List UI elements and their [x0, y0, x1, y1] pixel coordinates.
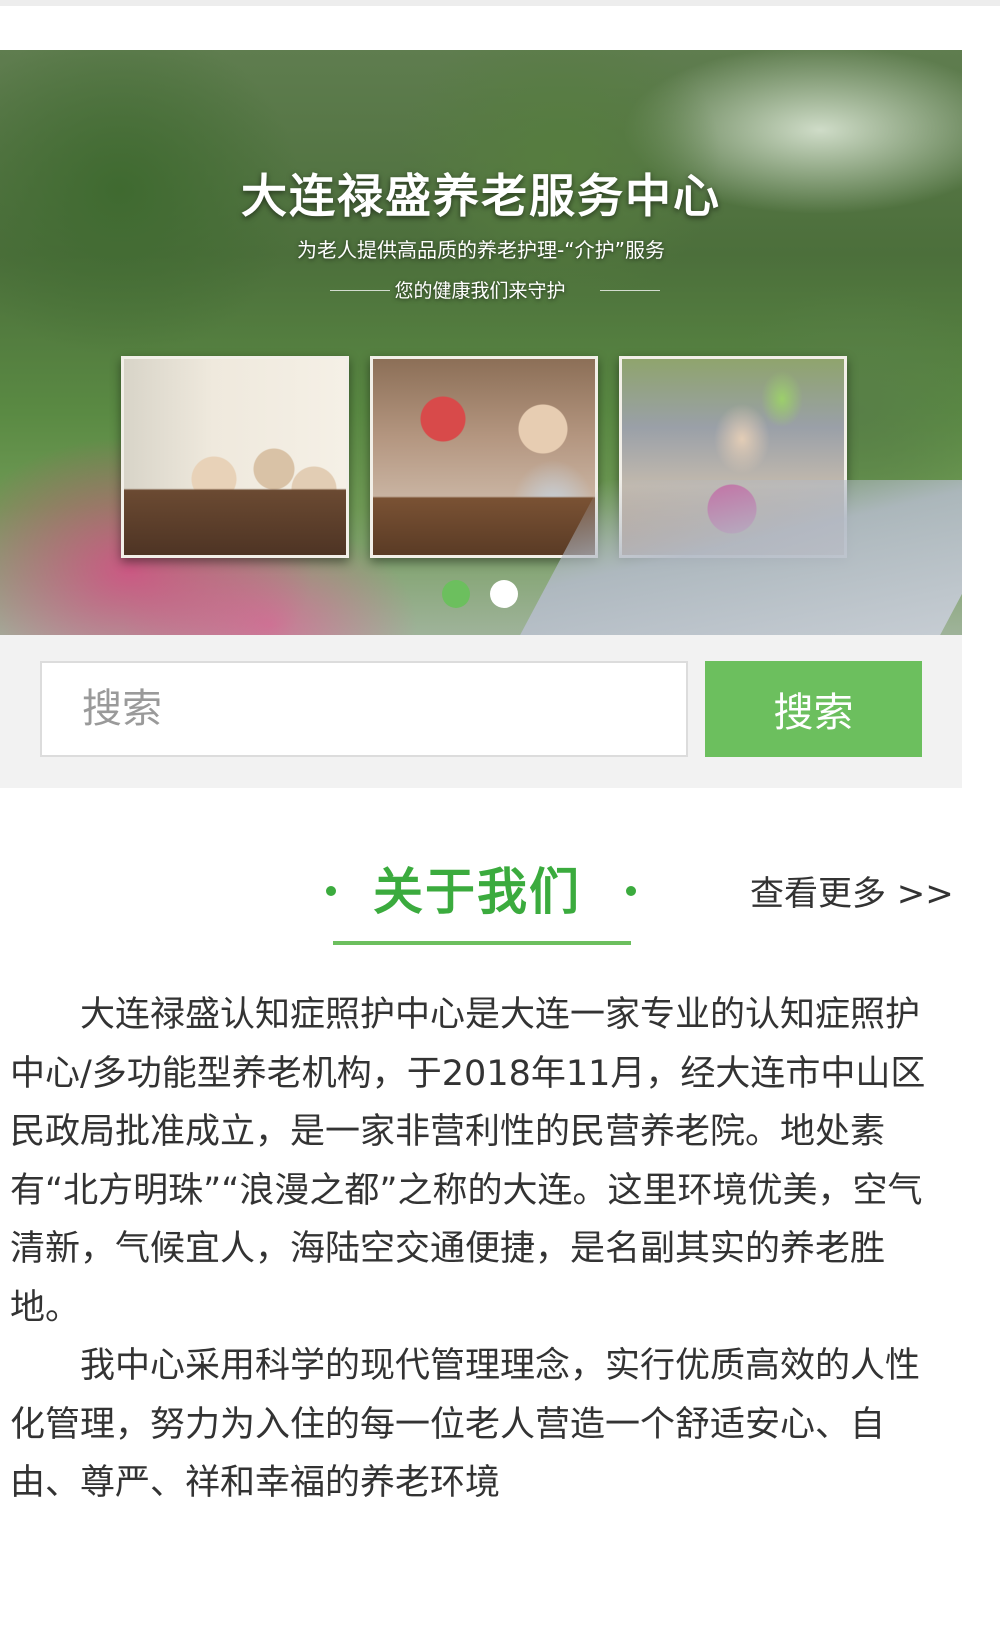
search-button[interactable]: 搜索 — [705, 661, 922, 757]
banner-photo-wheelchair — [619, 356, 847, 558]
about-paragraph: 我中心采用科学的现代管理理念，实行优质高效的人性化管理，努力为入住的每一位老人营… — [10, 1346, 921, 1503]
banner-carousel[interactable]: 大连禄盛养老服务中心 为老人提供高品质的养老护理-“介护”服务 您的健康我们来守… — [0, 50, 962, 635]
banner-photo-dining — [121, 356, 349, 558]
search-bar: 搜索 — [0, 635, 962, 788]
title-underline — [333, 941, 631, 945]
carousel-dot-active[interactable] — [442, 580, 470, 608]
search-input[interactable] — [40, 661, 688, 757]
carousel-indicators — [442, 580, 522, 608]
banner-slogan: 您的健康我们来守护 — [394, 280, 566, 302]
top-strip — [0, 0, 1000, 50]
section-title: 关于我们 — [373, 863, 581, 921]
carousel-dot[interactable] — [490, 580, 518, 608]
banner-subtitle: 为老人提供高品质的养老护理-“介护”服务 — [297, 238, 665, 262]
title-bullet-left — [326, 886, 336, 896]
about-content: 大连禄盛认知症照护中心是大连一家专业的认知症照护中心/多功能型养老机构，于201… — [10, 986, 950, 1513]
slogan-right-rule — [600, 290, 660, 291]
title-bullet-right — [626, 886, 636, 896]
view-more-link[interactable]: 查看更多 >> — [750, 866, 954, 915]
banner-photo-dumplings — [370, 356, 598, 558]
about-section-header: 关于我们 查看更多 >> — [0, 850, 1000, 950]
banner-title: 大连禄盛养老服务中心 — [241, 169, 721, 223]
about-paragraph: 大连禄盛认知症照护中心是大连一家专业的认知症照护中心/多功能型养老机构，于201… — [10, 995, 926, 1328]
